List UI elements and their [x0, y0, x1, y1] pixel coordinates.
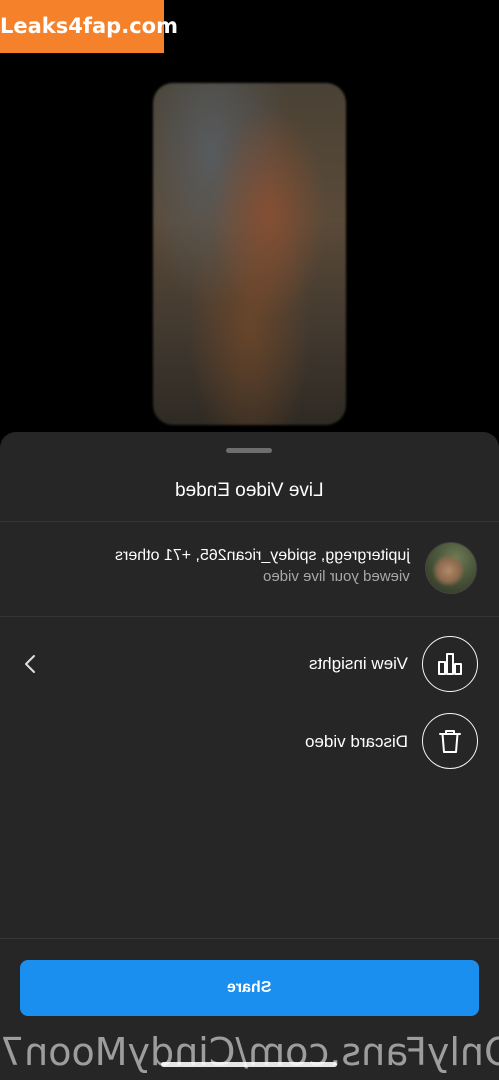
share-button-label: Share	[227, 979, 272, 996]
viewers-names: jupitergregg, spidey_rican265, +71 other…	[46, 547, 410, 565]
sheet-drag-handle[interactable]	[226, 448, 272, 453]
live-ended-sheet: Live Video Ended jupitergregg, spidey_ri…	[0, 432, 499, 1080]
live-video-thumbnail[interactable]	[153, 83, 346, 425]
watermark-bottom-text: OnlyFans.com/CindyMoon7	[0, 1030, 499, 1074]
viewers-subtitle-text: viewed your live video	[263, 568, 410, 585]
discard-video-button[interactable]	[422, 713, 478, 769]
watermark-bottom: OnlyFans.com/CindyMoon7	[0, 1030, 499, 1074]
view-insights-button[interactable]	[422, 636, 478, 692]
viewers-subtitle: viewed your live video	[46, 568, 410, 585]
chevron-left-icon[interactable]	[22, 654, 38, 674]
view-insights-text: View insights	[309, 654, 408, 673]
divider	[0, 616, 499, 617]
discard-video-text: Discard video	[305, 732, 408, 751]
divider	[0, 521, 499, 522]
sheet-title-text: Live Video Ended	[175, 480, 324, 501]
bar-chart-icon	[438, 653, 462, 675]
viewers-names-text: jupitergregg, spidey_rican265, +71 other…	[115, 547, 410, 564]
viewer-avatar[interactable]	[425, 542, 477, 594]
sheet-title: Live Video Ended	[0, 480, 499, 502]
viewers-summary[interactable]: jupitergregg, spidey_rican265, +71 other…	[46, 547, 410, 585]
divider	[0, 938, 499, 939]
discard-video-label[interactable]: Discard video	[200, 732, 408, 752]
trash-icon	[439, 730, 461, 753]
watermark-logo: Leaks4fap.com	[0, 0, 178, 53]
view-insights-label[interactable]: View insights	[200, 654, 408, 674]
watermark-text: Leaks4fap.com	[0, 14, 178, 38]
share-button[interactable]: Share	[20, 960, 479, 1016]
